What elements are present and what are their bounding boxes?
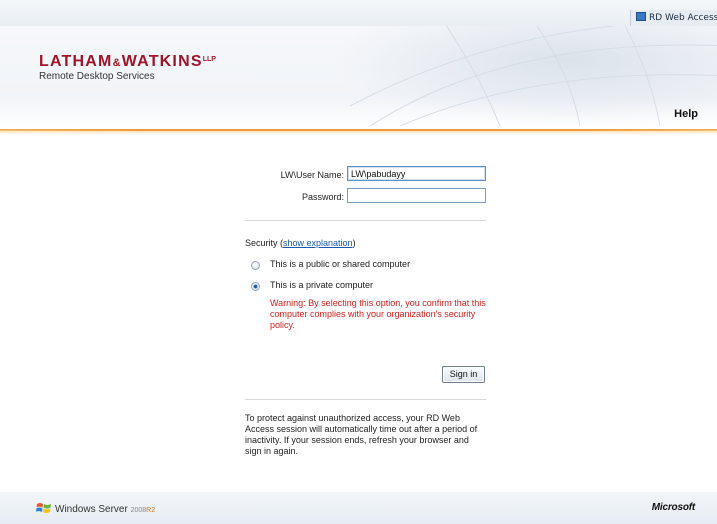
password-input[interactable] (347, 188, 486, 203)
public-computer-label[interactable]: This is a public or shared computer (270, 259, 410, 269)
windows-flag-icon (36, 503, 51, 513)
footer: Windows Server 2008R2 Microsoft (0, 492, 717, 524)
top-strip: RD Web Access (0, 0, 717, 26)
username-label: LW\User Name: (280, 170, 344, 180)
rd-web-access-tab[interactable]: RD Web Access (630, 10, 717, 26)
globe-background (330, 26, 717, 126)
session-timeout-notice: To protect against unauthorized access, … (245, 413, 478, 456)
logo-wordmark: LATHAM&WATKINSLLP (39, 53, 216, 70)
rd-web-access-tab-label: RD Web Access (649, 13, 717, 23)
private-computer-radio[interactable] (251, 282, 260, 291)
private-computer-warning: Warning: By selecting this option, you c… (270, 298, 486, 330)
microsoft-logo: Microsoft (651, 502, 695, 513)
password-label: Password: (301, 192, 344, 202)
rd-web-access-icon (636, 12, 646, 21)
header-divider (0, 129, 717, 135)
show-explanation-link[interactable]: show explanation (283, 238, 353, 248)
form-divider-top (245, 220, 486, 221)
company-logo: LATHAM&WATKINSLLP Remote Desktop Service… (39, 52, 216, 83)
globe-lines (349, 26, 717, 126)
security-label: Security (245, 238, 278, 248)
private-computer-label[interactable]: This is a private computer (270, 280, 373, 290)
logo-subtitle: Remote Desktop Services (39, 71, 155, 82)
security-row: Security (show explanation) (245, 238, 356, 248)
username-input[interactable] (347, 166, 486, 181)
windows-server-logo: Windows Server 2008R2 (36, 502, 155, 515)
windows-server-version: 2008 (130, 507, 147, 514)
public-computer-radio[interactable] (251, 261, 260, 270)
windows-server-release: R2 (146, 507, 156, 514)
help-link[interactable]: Help (674, 108, 698, 120)
sign-in-button[interactable]: Sign in (442, 366, 485, 383)
header-banner: LATHAM&WATKINSLLP Remote Desktop Service… (0, 26, 717, 128)
windows-server-label: Windows Server (55, 504, 128, 515)
form-divider-bottom (245, 399, 486, 400)
